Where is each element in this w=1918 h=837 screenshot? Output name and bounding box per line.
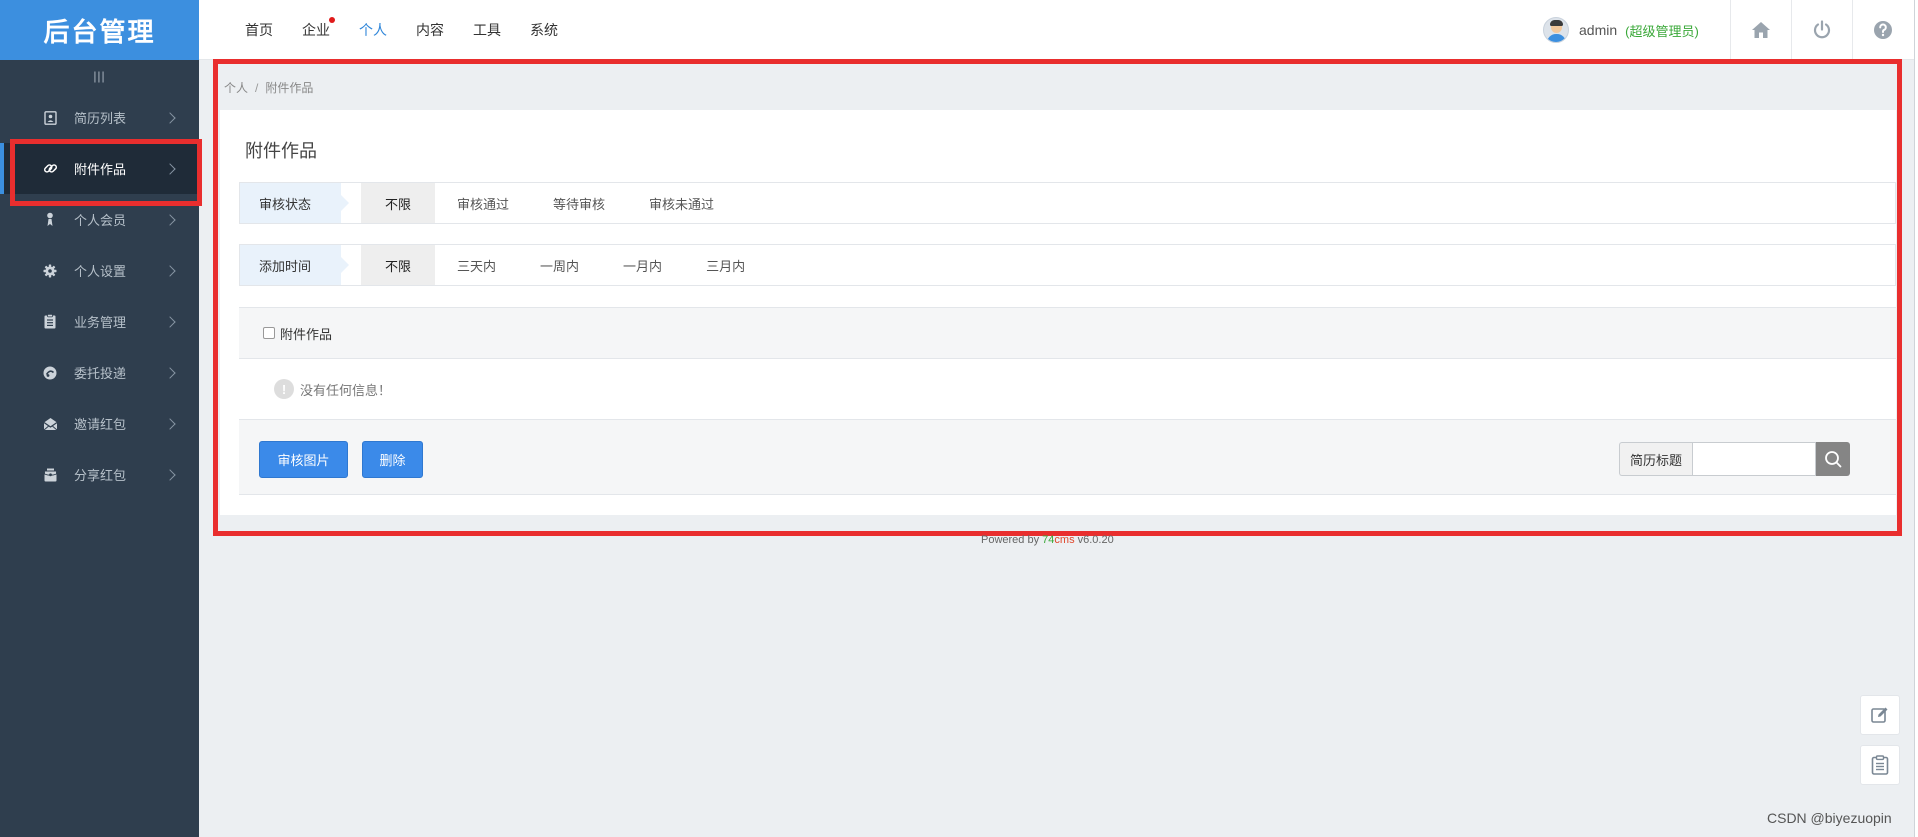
sidebar-collapse-toggle[interactable]: ||| <box>0 60 199 92</box>
sidebar-item-share-redpacket[interactable]: 分享红包 <box>0 449 199 500</box>
avatar <box>1543 17 1569 43</box>
chevron-right-icon <box>164 162 176 175</box>
delegate-icon <box>42 366 58 380</box>
filter-status-label: 审核状态 <box>240 183 349 223</box>
filter-status-pending[interactable]: 等待审核 <box>531 183 627 223</box>
footer-prefix: Powered by <box>981 534 1043 546</box>
empty-message-row: ! 没有任何信息！ <box>239 359 1896 419</box>
filter-time-row: 添加时间 不限 三天内 一周内 一月内 三月内 <box>239 244 1896 286</box>
delete-button[interactable]: 删除 <box>362 441 423 478</box>
sidebar-item-attachments[interactable]: 附件作品 <box>0 143 199 194</box>
chevron-right-icon <box>164 111 176 124</box>
filter-time-3months[interactable]: 三月内 <box>684 245 767 285</box>
chevron-right-icon <box>164 366 176 379</box>
chevron-right-icon <box>164 315 176 328</box>
breadcrumb: 个人 / 附件作品 <box>224 79 313 96</box>
help-icon[interactable] <box>1852 0 1913 60</box>
watermark: CSDN @biyezuopin <box>1767 810 1892 826</box>
sidebar-item-label: 个人会员 <box>74 213 127 228</box>
float-clipboard-button[interactable] <box>1860 745 1900 785</box>
footer-version: v6.0.20 <box>1074 534 1114 546</box>
sidebar: ||| 简历列表 附件作品 个人会员 个人设置 业务管理 委托投递 邀请红包 分… <box>0 60 199 837</box>
action-bar: 审核图片 删除 简历标题 <box>239 419 1896 495</box>
clipboard-icon <box>1871 755 1889 775</box>
link-icon <box>42 161 58 176</box>
notification-dot <box>329 17 335 23</box>
app-logo[interactable]: 后台管理 <box>0 0 199 60</box>
topnav-tools[interactable]: 工具 <box>473 20 501 40</box>
sidebar-item-label: 业务管理 <box>74 315 127 330</box>
top-bar: 首页 企业 个人 内容 工具 系统 admin (超级管理员) <box>199 0 1918 60</box>
search-type-select[interactable]: 简历标题 <box>1619 442 1692 476</box>
main-panel: 附件作品 审核状态 不限 审核通过 等待审核 审核未通过 添加时间 不限 三天内… <box>220 110 1896 515</box>
topnav-content[interactable]: 内容 <box>416 20 444 40</box>
topnav-home[interactable]: 首页 <box>245 20 273 40</box>
select-all-checkbox[interactable] <box>263 327 275 339</box>
chevron-right-icon <box>164 468 176 481</box>
topnav-personal[interactable]: 个人 <box>359 20 387 40</box>
footer-brand-b[interactable]: cms <box>1054 534 1074 546</box>
sidebar-item-delegate[interactable]: 委托投递 <box>0 347 199 398</box>
sidebar-item-business[interactable]: 业务管理 <box>0 296 199 347</box>
sidebar-item-label: 简历列表 <box>74 111 127 126</box>
gear-icon <box>42 264 58 278</box>
filter-time-week[interactable]: 一周内 <box>518 245 601 285</box>
sidebar-item-label: 邀请红包 <box>74 417 127 432</box>
clipboard-icon <box>42 314 58 329</box>
envelope-icon <box>42 417 58 431</box>
window-edge <box>1914 0 1918 837</box>
filter-status-row: 审核状态 不限 审核通过 等待审核 审核未通过 <box>239 182 1896 224</box>
search-button[interactable] <box>1816 442 1850 476</box>
sidebar-item-label: 分享红包 <box>74 468 127 483</box>
breadcrumb-separator: / <box>255 81 259 95</box>
filter-time-any[interactable]: 不限 <box>361 245 436 285</box>
filter-time-month[interactable]: 一月内 <box>601 245 684 285</box>
topnav-enterprise-label: 企业 <box>302 22 330 38</box>
chevron-right-icon <box>164 213 176 226</box>
footer: Powered by 74cms v6.0.20 <box>981 534 1114 546</box>
sidebar-item-settings[interactable]: 个人设置 <box>0 245 199 296</box>
page-title: 附件作品 <box>245 141 317 161</box>
filter-status-rejected[interactable]: 审核未通过 <box>627 183 736 223</box>
power-icon[interactable] <box>1791 0 1852 60</box>
footer-brand-a[interactable]: 74 <box>1042 534 1054 546</box>
search-icon <box>1824 450 1842 468</box>
sidebar-item-members[interactable]: 个人会员 <box>0 194 199 245</box>
user-menu[interactable]: admin (超级管理员) <box>1543 0 1699 60</box>
sidebar-item-label: 附件作品 <box>74 162 127 177</box>
topnav-enterprise[interactable]: 企业 <box>302 17 335 40</box>
search-input[interactable] <box>1692 442 1816 476</box>
breadcrumb-parent[interactable]: 个人 <box>224 81 248 95</box>
chevron-right-icon <box>164 417 176 430</box>
member-icon <box>42 212 58 227</box>
sidebar-item-label: 委托投递 <box>74 366 127 381</box>
breadcrumb-current: 附件作品 <box>265 81 314 95</box>
search-box: 简历标题 <box>1619 442 1850 476</box>
top-nav: 首页 企业 个人 内容 工具 系统 <box>245 0 587 60</box>
filter-time-label: 添加时间 <box>240 245 349 285</box>
user-role: (超级管理员) <box>1625 23 1699 39</box>
select-all-label: 附件作品 <box>280 326 333 342</box>
sidebar-item-resume-list[interactable]: 简历列表 <box>0 92 199 143</box>
sidebar-item-invite-redpacket[interactable]: 邀请红包 <box>0 398 199 449</box>
audit-images-button[interactable]: 审核图片 <box>259 441 348 478</box>
filter-time-3days[interactable]: 三天内 <box>435 245 518 285</box>
filter-status-any[interactable]: 不限 <box>361 183 436 223</box>
home-icon[interactable] <box>1730 0 1791 60</box>
username: admin <box>1579 22 1618 38</box>
float-edit-button[interactable] <box>1860 695 1900 735</box>
sidebar-item-label: 个人设置 <box>74 264 127 279</box>
empty-message: 没有任何信息！ <box>300 382 392 398</box>
edit-icon <box>1870 705 1890 725</box>
resume-icon <box>42 110 58 125</box>
top-icons <box>1730 0 1913 60</box>
filter-status-approved[interactable]: 审核通过 <box>435 183 531 223</box>
gift-icon <box>42 468 58 482</box>
list-header: 附件作品 <box>239 307 1896 359</box>
chevron-right-icon <box>164 264 176 277</box>
topnav-system[interactable]: 系统 <box>530 20 558 40</box>
info-icon: ! <box>274 379 294 399</box>
